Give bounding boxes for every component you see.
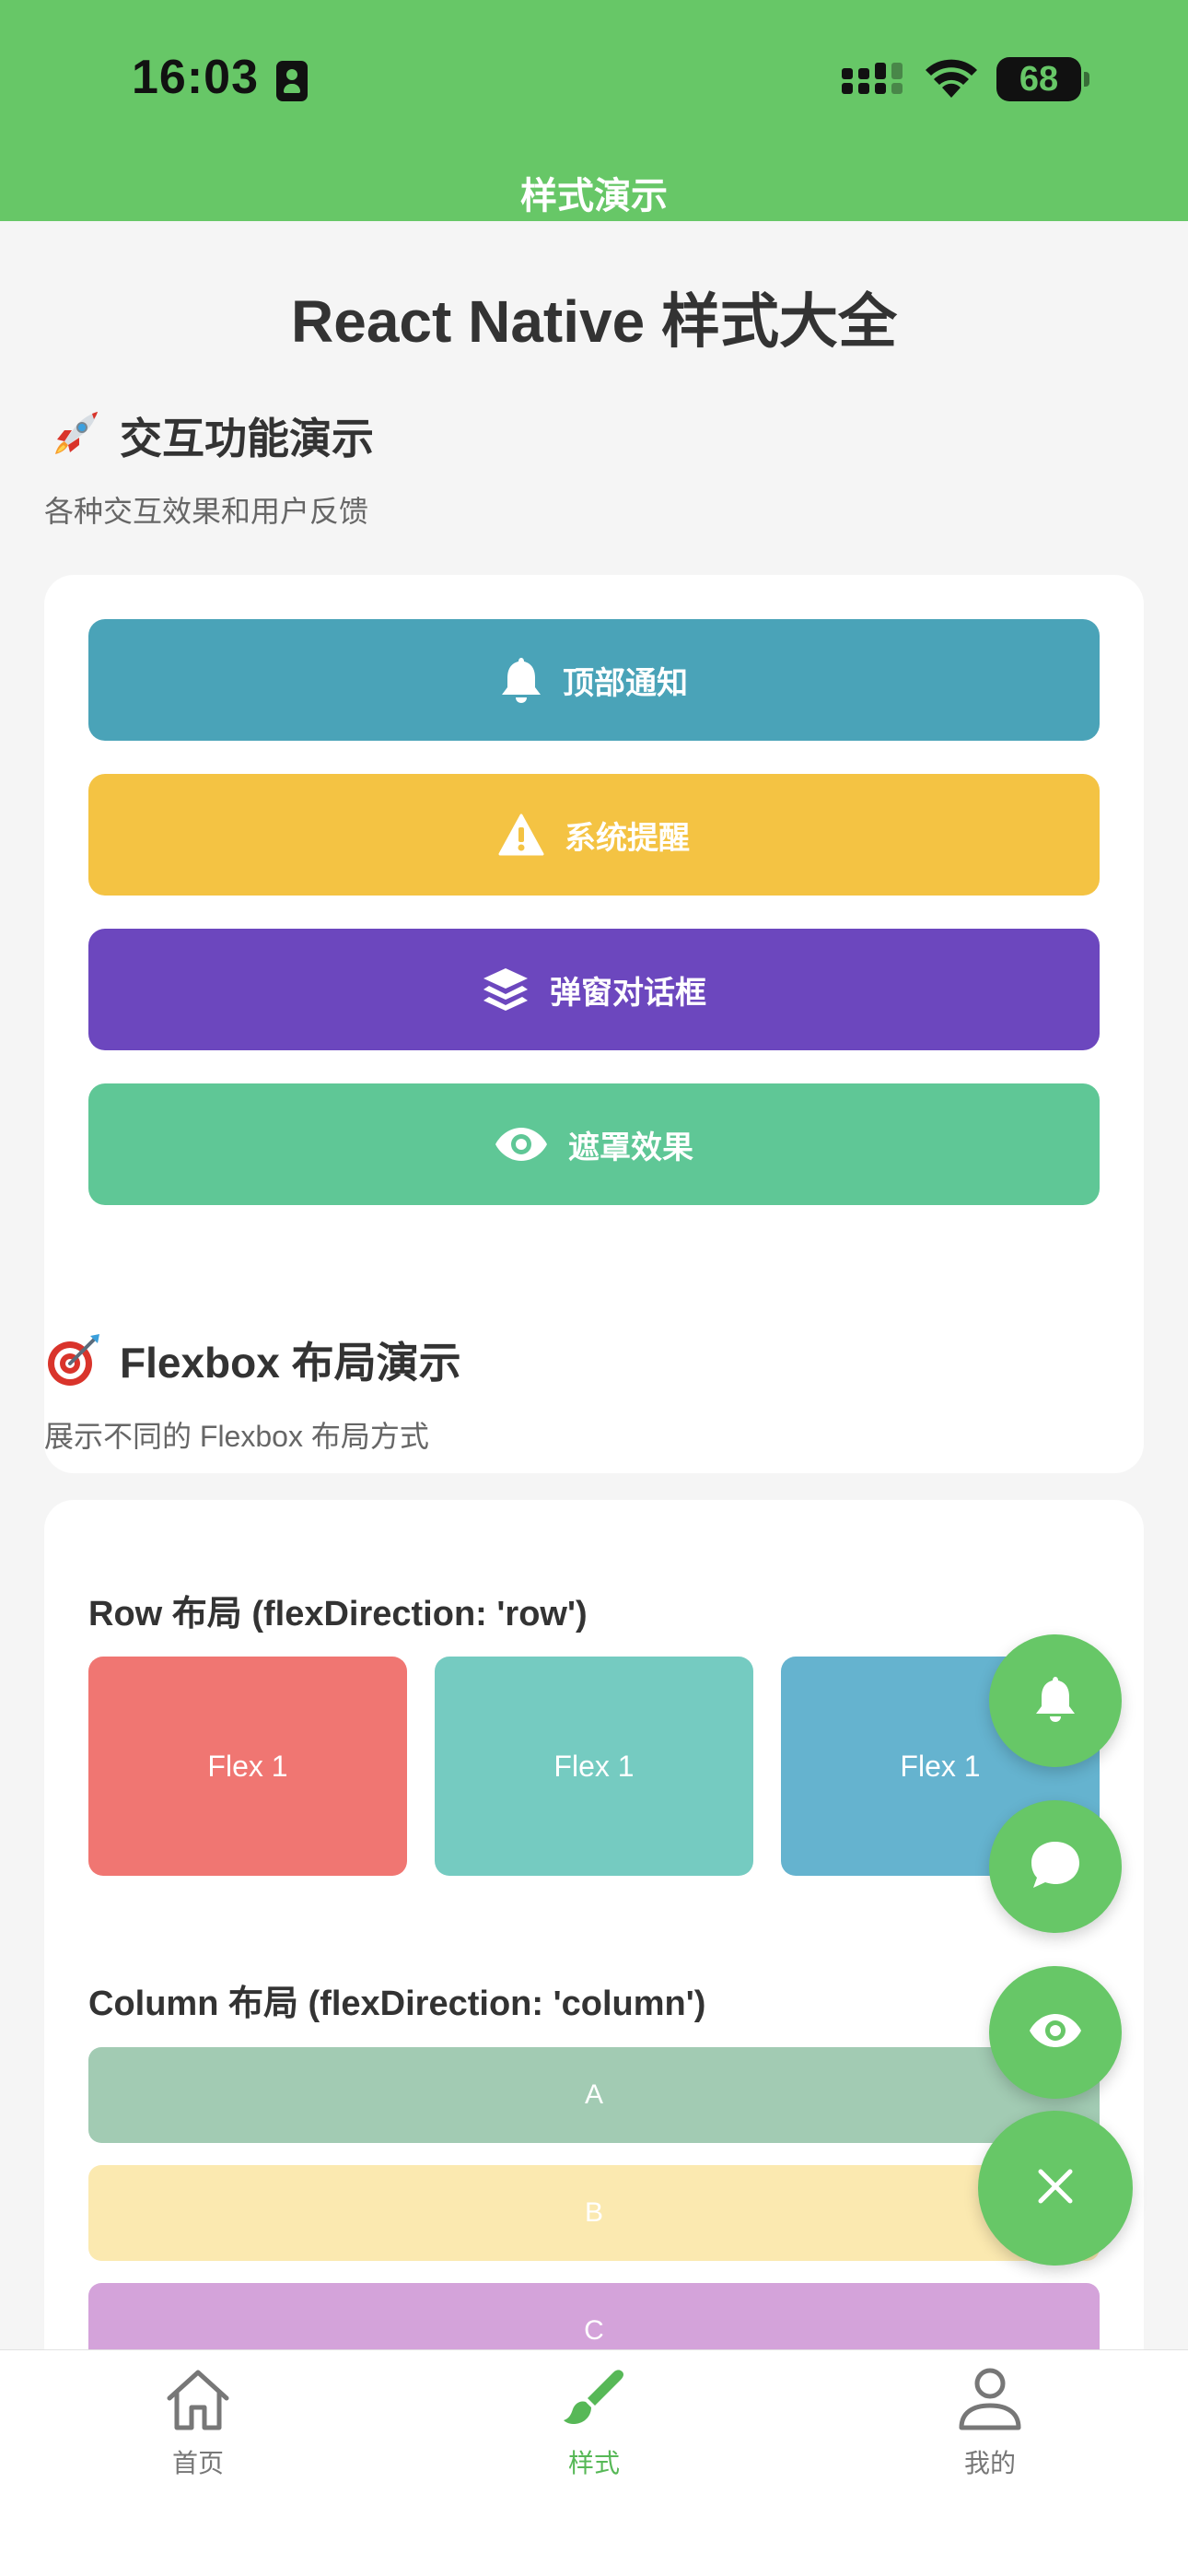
tab-style[interactable]: 样式 <box>502 2367 686 2496</box>
row-demo: Flex 1 Flex 1 Flex 1 <box>88 1657 1100 1876</box>
top-notification-button[interactable]: 顶部通知 <box>88 619 1100 741</box>
eye-icon <box>495 1126 548 1163</box>
top-notification-label: 顶部通知 <box>563 665 688 701</box>
nav-title: 样式演示 <box>520 176 668 217</box>
warning-icon <box>498 814 544 856</box>
bell-icon <box>1034 1675 1077 1727</box>
chat-bubble-icon <box>1030 1840 1081 1894</box>
interaction-section-title-text: 交互功能演示 <box>120 415 374 463</box>
eye-icon <box>1029 2012 1082 2054</box>
column-box-c: C <box>88 2283 1100 2349</box>
bottom-tab-bar: 首页 样式 我的 <box>0 2349 1188 2576</box>
status-time: 16:03 <box>132 51 259 104</box>
user-icon <box>956 2367 1024 2436</box>
fab-eye-button[interactable] <box>989 1966 1122 2099</box>
home-icon <box>164 2367 232 2436</box>
row-demo-label: Row 布局 (flexDirection: 'row') <box>88 1595 588 1633</box>
header: 16:03 68 样式演示 <box>0 0 1188 221</box>
bell-icon <box>500 656 542 704</box>
column-demo-label: Column 布局 (flexDirection: 'column') <box>88 1985 706 2023</box>
rocket-icon <box>55 412 98 454</box>
brush-icon <box>560 2367 628 2436</box>
row-box-2: Flex 1 <box>435 1657 753 1876</box>
system-reminder-label: 系统提醒 <box>565 820 690 856</box>
row-box-1: Flex 1 <box>88 1657 407 1876</box>
dialog-label: 弹窗对话框 <box>550 975 706 1011</box>
cellular-signal-icon <box>842 61 904 101</box>
column-box-b: B <box>88 2165 1100 2261</box>
wifi-icon <box>926 59 977 98</box>
page-title: React Native 样式大全 <box>291 288 897 355</box>
flexbox-section-subtitle: 展示不同的 Flexbox 布局方式 <box>44 1420 429 1453</box>
target-icon <box>48 1334 99 1386</box>
id-card-icon <box>276 61 308 101</box>
interaction-section-subtitle: 各种交互效果和用户反馈 <box>44 495 369 528</box>
column-box-a: A <box>88 2047 1100 2143</box>
mask-effect-button[interactable]: 遮罩效果 <box>88 1083 1100 1205</box>
tab-profile[interactable]: 我的 <box>898 2367 1082 2496</box>
fab-close-button[interactable] <box>978 2111 1133 2266</box>
tab-home-label: 首页 <box>171 2449 224 2477</box>
layers-icon <box>482 966 530 1013</box>
mask-effect-label: 遮罩效果 <box>568 1130 693 1165</box>
tab-profile-label: 我的 <box>963 2449 1016 2477</box>
fab-message-button[interactable] <box>989 1800 1122 1933</box>
flexbox-card: Row 布局 (flexDirection: 'row') Flex 1 Fle… <box>44 1500 1144 2349</box>
app-screen: 16:03 68 样式演示 React Native 样式大全 交互功能演示 各… <box>0 0 1188 2576</box>
dialog-button[interactable]: 弹窗对话框 <box>88 929 1100 1050</box>
close-icon <box>1037 2168 1074 2209</box>
fab-notification-button[interactable] <box>989 1634 1122 1767</box>
tab-home[interactable]: 首页 <box>106 2367 290 2496</box>
system-reminder-button[interactable]: 系统提醒 <box>88 774 1100 896</box>
flexbox-section-title: Flexbox 布局演示 <box>44 1329 461 1390</box>
tab-style-label: 样式 <box>567 2449 620 2477</box>
flexbox-section-title-text: Flexbox 布局演示 <box>120 1339 461 1387</box>
interaction-section-title: 交互功能演示 <box>44 405 374 466</box>
battery-indicator: 68 <box>996 57 1089 101</box>
